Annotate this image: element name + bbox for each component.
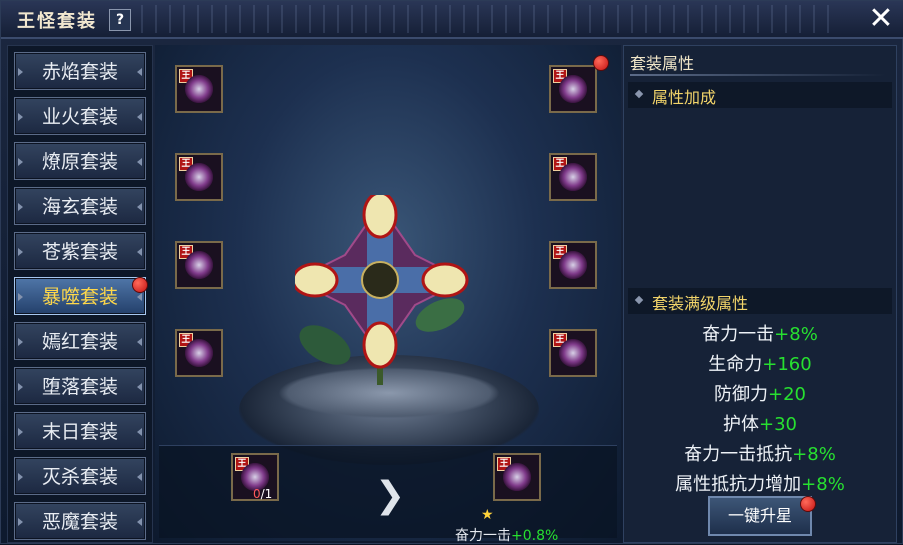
attr-value: +8% [774,324,818,345]
notification-dot [800,496,816,512]
set-tab-chiyan[interactable]: 赤焰套装 [14,52,146,90]
equip-slot-2[interactable]: 王 [175,153,223,201]
section-bonus-title: 属性加成 [652,88,717,107]
count-need: /1 [260,487,273,501]
set-tab-miesha[interactable]: 灭杀套装 [14,457,146,495]
title-ornament [141,5,841,33]
flower-model-icon [295,195,469,385]
armor-icon [185,251,213,279]
title-bar: 王怪套装 ? ✕ [1,1,903,39]
section-full-title: 套装满级属性 [652,294,749,313]
set-tab-mori[interactable]: 末日套装 [14,412,146,450]
attr-value: +160 [762,354,812,375]
bracelet-icon [559,251,587,279]
attr-row: 属性抵抗力增加+8% [624,470,896,496]
attr-row: 奋力一击抵抗+8% [624,440,896,466]
necklace-icon [185,163,213,191]
set-tab-yehuo[interactable]: 业火套装 [14,97,146,135]
set-tab-emo[interactable]: 恶魔套装 [14,502,146,540]
gauntlet-icon [185,75,213,103]
equip-slot-5[interactable]: 王 [549,65,597,113]
set-tab-baoshi[interactable]: 暴噬套装 [14,277,146,315]
attr-name: 护体 [723,414,759,435]
set-tab-duoluo[interactable]: 堕落套装 [14,367,146,405]
set-attributes-panel: 套装属性 属性加成 套装满级属性 奋力一击+8% 生命力+160 防御力+20 … [623,45,897,543]
attr-row: 生命力+160 [624,350,896,376]
upgrade-bonus: 奋力一击+0.8% [455,525,558,545]
attr-name: 生命力 [708,354,763,375]
ring-icon [559,75,587,103]
belt-icon [559,339,587,367]
attr-name: 属性抵抗力增加 [675,474,802,495]
attr-value: +30 [759,414,797,435]
diamond-icon [634,89,644,99]
set-window: 王怪套装 ? ✕ 赤焰套装 业火套装 燎原套装 海玄套装 苍紫套装 暴噬套装 嫣… [0,0,903,544]
gauntlet-icon [503,463,531,491]
equip-slot-1[interactable]: 王 [175,65,223,113]
window-title: 王怪套装 [17,11,97,32]
attr-row: 护体+30 [624,410,896,436]
set-list: 赤焰套装 业火套装 燎原套装 海玄套装 苍紫套装 暴噬套装 嫣红套装 堕落套装 … [7,45,153,543]
notification-dot [593,55,609,71]
equip-slot-8[interactable]: 王 [549,329,597,377]
arrow-right-icon: ❯ [375,475,406,516]
set-tab-haixuan[interactable]: 海玄套装 [14,187,146,225]
equip-slot-4[interactable]: 王 [175,329,223,377]
one-click-upgrade-button[interactable]: 一键升星 [708,496,812,536]
attr-row: 奋力一击+8% [624,320,896,346]
equipment-showcase: 王 王 王 王 王 王 王 王 王 0/1 ❯ 王 ★ 奋力一击+0.8% [155,45,621,544]
attr-name: 奋力一击抵抗 [684,444,793,465]
attr-value: +20 [768,384,806,405]
attr-value: +8% [801,474,845,495]
helmet-icon [559,163,587,191]
notification-dot [132,277,148,293]
section-full-level: 套装满级属性 [628,288,892,314]
close-button[interactable]: ✕ [867,4,895,34]
diamond-icon [634,295,644,305]
boots-icon [185,339,213,367]
bonus-name: 奋力一击 [455,528,511,544]
attr-name: 防御力 [714,384,768,405]
panel-title: 套装属性 [630,54,695,73]
set-tab-liaoyuan[interactable]: 燎原套装 [14,142,146,180]
divider [630,74,886,76]
upgrade-target-slot[interactable]: 王 [493,453,541,501]
equip-slot-7[interactable]: 王 [549,241,597,289]
section-bonus: 属性加成 [628,82,892,108]
bonus-value: +0.8% [511,528,559,544]
equip-slot-3[interactable]: 王 [175,241,223,289]
equip-slot-6[interactable]: 王 [549,153,597,201]
attr-value: +8% [792,444,836,465]
count-have: 0 [253,487,261,501]
help-button[interactable]: ? [109,9,131,31]
attr-row: 防御力+20 [624,380,896,406]
star-icon: ★ [481,507,494,523]
material-count: 0/1 [253,487,272,501]
attr-name: 奋力一击 [702,324,775,345]
set-tab-yanhong[interactable]: 嫣红套装 [14,322,146,360]
set-tab-cangzi[interactable]: 苍紫套装 [14,232,146,270]
